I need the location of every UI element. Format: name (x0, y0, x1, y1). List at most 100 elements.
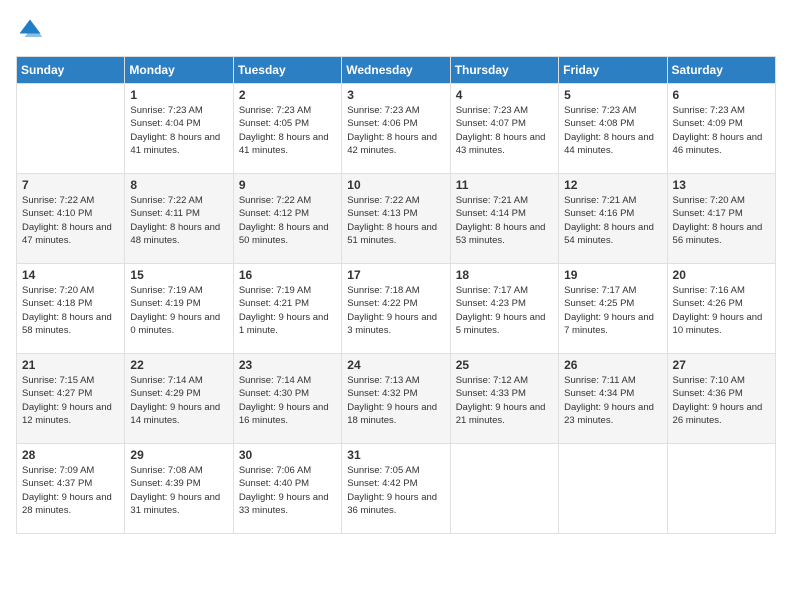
day-number: 31 (347, 448, 444, 462)
day-info: Sunrise: 7:23 AMSunset: 4:04 PMDaylight:… (130, 104, 227, 157)
day-info: Sunrise: 7:08 AMSunset: 4:39 PMDaylight:… (130, 464, 227, 517)
day-info: Sunrise: 7:18 AMSunset: 4:22 PMDaylight:… (347, 284, 444, 337)
calendar-cell: 8 Sunrise: 7:22 AMSunset: 4:11 PMDaylight… (125, 174, 233, 264)
calendar-cell (667, 444, 775, 534)
day-info: Sunrise: 7:22 AMSunset: 4:11 PMDaylight:… (130, 194, 227, 247)
day-info: Sunrise: 7:17 AMSunset: 4:23 PMDaylight:… (456, 284, 553, 337)
calendar-cell: 2Sunrise: 7:23 AMSunset: 4:05 PMDaylight… (233, 84, 341, 174)
week-row-5: 28 Sunrise: 7:09 AMSunset: 4:37 PMDayligh… (17, 444, 776, 534)
day-info: Sunrise: 7:23 AMSunset: 4:05 PMDaylight:… (239, 104, 336, 157)
day-info: Sunrise: 7:22 AMSunset: 4:12 PMDaylight:… (239, 194, 336, 247)
day-info: Sunrise: 7:14 AMSunset: 4:29 PMDaylight:… (130, 374, 227, 427)
day-header-monday: Monday (125, 57, 233, 84)
day-info: Sunrise: 7:06 AMSunset: 4:40 PMDaylight:… (239, 464, 336, 517)
day-header-friday: Friday (559, 57, 667, 84)
day-number: 10 (347, 178, 444, 192)
calendar-cell (559, 444, 667, 534)
day-number: 21 (22, 358, 119, 372)
day-number: 14 (22, 268, 119, 282)
day-info: Sunrise: 7:19 AMSunset: 4:19 PMDaylight:… (130, 284, 227, 337)
calendar-cell: 30 Sunrise: 7:06 AMSunset: 4:40 PMDayligh… (233, 444, 341, 534)
week-row-2: 7 Sunrise: 7:22 AMSunset: 4:10 PMDaylight… (17, 174, 776, 264)
day-number: 1 (130, 88, 227, 102)
calendar-cell: 4 Sunrise: 7:23 AMSunset: 4:07 PMDaylight… (450, 84, 558, 174)
day-header-saturday: Saturday (667, 57, 775, 84)
day-number: 6 (673, 88, 770, 102)
day-info: Sunrise: 7:17 AMSunset: 4:25 PMDaylight:… (564, 284, 661, 337)
calendar-cell: 1 Sunrise: 7:23 AMSunset: 4:04 PMDaylight… (125, 84, 233, 174)
calendar-cell: 25Sunrise: 7:12 AMSunset: 4:33 PMDayligh… (450, 354, 558, 444)
calendar-cell: 12 Sunrise: 7:21 AMSunset: 4:16 PMDayligh… (559, 174, 667, 264)
week-row-1: 1 Sunrise: 7:23 AMSunset: 4:04 PMDaylight… (17, 84, 776, 174)
day-info: Sunrise: 7:20 AMSunset: 4:18 PMDaylight:… (22, 284, 119, 337)
day-info: Sunrise: 7:21 AMSunset: 4:16 PMDaylight:… (564, 194, 661, 247)
calendar-cell: 18 Sunrise: 7:17 AMSunset: 4:23 PMDayligh… (450, 264, 558, 354)
day-number: 16 (239, 268, 336, 282)
day-number: 9 (239, 178, 336, 192)
calendar-cell: 24Sunrise: 7:13 AMSunset: 4:32 PMDayligh… (342, 354, 450, 444)
day-number: 23 (239, 358, 336, 372)
day-info: Sunrise: 7:05 AMSunset: 4:42 PMDaylight:… (347, 464, 444, 517)
calendar-body: 1 Sunrise: 7:23 AMSunset: 4:04 PMDaylight… (17, 84, 776, 534)
day-number: 27 (673, 358, 770, 372)
day-info: Sunrise: 7:15 AMSunset: 4:27 PMDaylight:… (22, 374, 119, 427)
day-header-tuesday: Tuesday (233, 57, 341, 84)
days-of-week-row: SundayMondayTuesdayWednesdayThursdayFrid… (17, 57, 776, 84)
calendar-cell: 31 Sunrise: 7:05 AMSunset: 4:42 PMDayligh… (342, 444, 450, 534)
calendar-cell: 3Sunrise: 7:23 AMSunset: 4:06 PMDaylight… (342, 84, 450, 174)
calendar-cell: 13Sunrise: 7:20 AMSunset: 4:17 PMDayligh… (667, 174, 775, 264)
calendar-cell: 22 Sunrise: 7:14 AMSunset: 4:29 PMDayligh… (125, 354, 233, 444)
calendar-cell: 5 Sunrise: 7:23 AMSunset: 4:08 PMDaylight… (559, 84, 667, 174)
day-info: Sunrise: 7:23 AMSunset: 4:07 PMDaylight:… (456, 104, 553, 157)
page-header (16, 16, 776, 44)
day-number: 12 (564, 178, 661, 192)
calendar-cell: 15 Sunrise: 7:19 AMSunset: 4:19 PMDayligh… (125, 264, 233, 354)
logo (16, 16, 48, 44)
day-number: 28 (22, 448, 119, 462)
day-info: Sunrise: 7:22 AMSunset: 4:10 PMDaylight:… (22, 194, 119, 247)
day-number: 7 (22, 178, 119, 192)
calendar-cell: 23 Sunrise: 7:14 AMSunset: 4:30 PMDayligh… (233, 354, 341, 444)
calendar-table: SundayMondayTuesdayWednesdayThursdayFrid… (16, 56, 776, 534)
day-number: 24 (347, 358, 444, 372)
calendar-header: SundayMondayTuesdayWednesdayThursdayFrid… (17, 57, 776, 84)
day-header-sunday: Sunday (17, 57, 125, 84)
day-number: 13 (673, 178, 770, 192)
day-number: 11 (456, 178, 553, 192)
day-info: Sunrise: 7:09 AMSunset: 4:37 PMDaylight:… (22, 464, 119, 517)
day-number: 18 (456, 268, 553, 282)
day-info: Sunrise: 7:11 AMSunset: 4:34 PMDaylight:… (564, 374, 661, 427)
day-info: Sunrise: 7:21 AMSunset: 4:14 PMDaylight:… (456, 194, 553, 247)
day-number: 20 (673, 268, 770, 282)
day-number: 29 (130, 448, 227, 462)
day-number: 19 (564, 268, 661, 282)
calendar-cell: 16Sunrise: 7:19 AMSunset: 4:21 PMDayligh… (233, 264, 341, 354)
day-number: 5 (564, 88, 661, 102)
week-row-3: 14 Sunrise: 7:20 AMSunset: 4:18 PMDayligh… (17, 264, 776, 354)
day-number: 17 (347, 268, 444, 282)
day-number: 3 (347, 88, 444, 102)
day-number: 4 (456, 88, 553, 102)
calendar-cell: 11 Sunrise: 7:21 AMSunset: 4:14 PMDayligh… (450, 174, 558, 264)
day-number: 8 (130, 178, 227, 192)
day-info: Sunrise: 7:12 AMSunset: 4:33 PMDaylight:… (456, 374, 553, 427)
day-info: Sunrise: 7:22 AMSunset: 4:13 PMDaylight:… (347, 194, 444, 247)
day-info: Sunrise: 7:23 AMSunset: 4:08 PMDaylight:… (564, 104, 661, 157)
day-number: 15 (130, 268, 227, 282)
week-row-4: 21 Sunrise: 7:15 AMSunset: 4:27 PMDayligh… (17, 354, 776, 444)
day-info: Sunrise: 7:10 AMSunset: 4:36 PMDaylight:… (673, 374, 770, 427)
calendar-cell: 6 Sunrise: 7:23 AMSunset: 4:09 PMDaylight… (667, 84, 775, 174)
day-header-thursday: Thursday (450, 57, 558, 84)
day-info: Sunrise: 7:23 AMSunset: 4:09 PMDaylight:… (673, 104, 770, 157)
day-number: 26 (564, 358, 661, 372)
calendar-cell: 21 Sunrise: 7:15 AMSunset: 4:27 PMDayligh… (17, 354, 125, 444)
day-number: 30 (239, 448, 336, 462)
day-info: Sunrise: 7:14 AMSunset: 4:30 PMDaylight:… (239, 374, 336, 427)
day-number: 22 (130, 358, 227, 372)
calendar-cell: 29 Sunrise: 7:08 AMSunset: 4:39 PMDayligh… (125, 444, 233, 534)
calendar-cell: 9 Sunrise: 7:22 AMSunset: 4:12 PMDaylight… (233, 174, 341, 264)
calendar-cell: 7 Sunrise: 7:22 AMSunset: 4:10 PMDaylight… (17, 174, 125, 264)
calendar-cell: 10 Sunrise: 7:22 AMSunset: 4:13 PMDayligh… (342, 174, 450, 264)
calendar-cell: 17 Sunrise: 7:18 AMSunset: 4:22 PMDayligh… (342, 264, 450, 354)
calendar-cell (17, 84, 125, 174)
